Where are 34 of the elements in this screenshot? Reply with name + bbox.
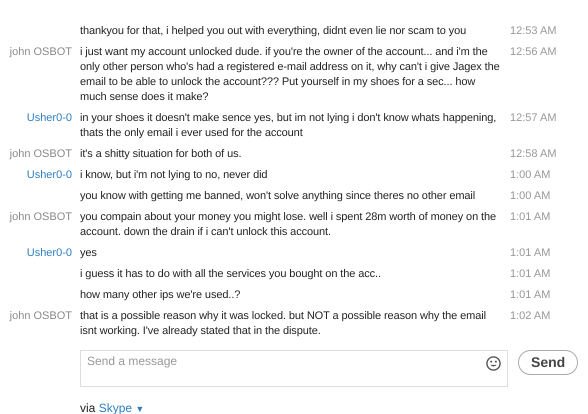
message-time: 1:01 AM [509,246,550,261]
message-time: 12:58 AM [509,147,556,162]
message-text: yes [80,246,98,261]
message-time: 12:56 AM [509,45,556,60]
message-text: i just want my account unlocked dude. if you're the owner of the account... and i'm the only other person who's had a registered e-mail address on it, why can't i give Jagex the email to be able to unlock the account??? Put yourself in my shoes for a sec... how much sense does it make? [80,45,500,105]
sender-name[interactable]: Usher0-0 [26,112,72,124]
send-button[interactable]: Send [518,350,578,375]
sender-name[interactable]: john OSBOT [10,46,72,58]
message-text: in your shoes it doesn't make sence yes, but im not lying i don't know whats happening, thats the only email i ever used for the account [80,111,498,141]
message-text: that is a possible reason why it was locked. but NOT a possible reason why the email isnt working. I've already stated that in the dispute. [80,309,487,339]
message-time: 1:01 AM [509,288,550,303]
caret-icon[interactable]: ▼ [135,404,144,414]
via-label: via [80,401,96,414]
sender-name[interactable]: Usher0-0 [26,247,72,259]
message-time: 12:53 AM [509,24,556,39]
message-time: 1:01 AM [509,210,550,225]
sender-name[interactable]: john OSBOT [10,211,72,223]
message-time: 12:57 AM [509,111,556,126]
message-text: how many other ips we're used..? [80,288,242,303]
message-text: i know, but i'm not lying to no, never did [80,168,268,183]
sender-name[interactable]: john OSBOT [10,148,72,160]
message-time: 1:02 AM [509,309,550,324]
message-text: thankyou for that, i helped you out with everything, didnt even lie nor scam to you [80,24,468,39]
message-text: you compain about your money you might lose. well i spent 28m worth of money on the account. down the drain if i can't unlock this account. [80,210,498,240]
sender-name[interactable]: john OSBOT [10,310,72,322]
sender-name[interactable]: Usher0-0 [26,169,72,181]
message-text: you know with getting me banned, won't solve anything since theres no other email [80,189,476,204]
message-time: 1:00 AM [509,189,550,204]
message-text: it's a shitty situation for both of us. [80,147,242,162]
message-input[interactable]: Send a message [80,350,508,387]
message-text: i guess it has to do with all the services you bought on the acc.. [80,267,382,282]
message-time: 1:00 AM [509,168,550,183]
emoji-icon[interactable] [486,356,501,371]
message-time: 1:01 AM [509,267,550,282]
